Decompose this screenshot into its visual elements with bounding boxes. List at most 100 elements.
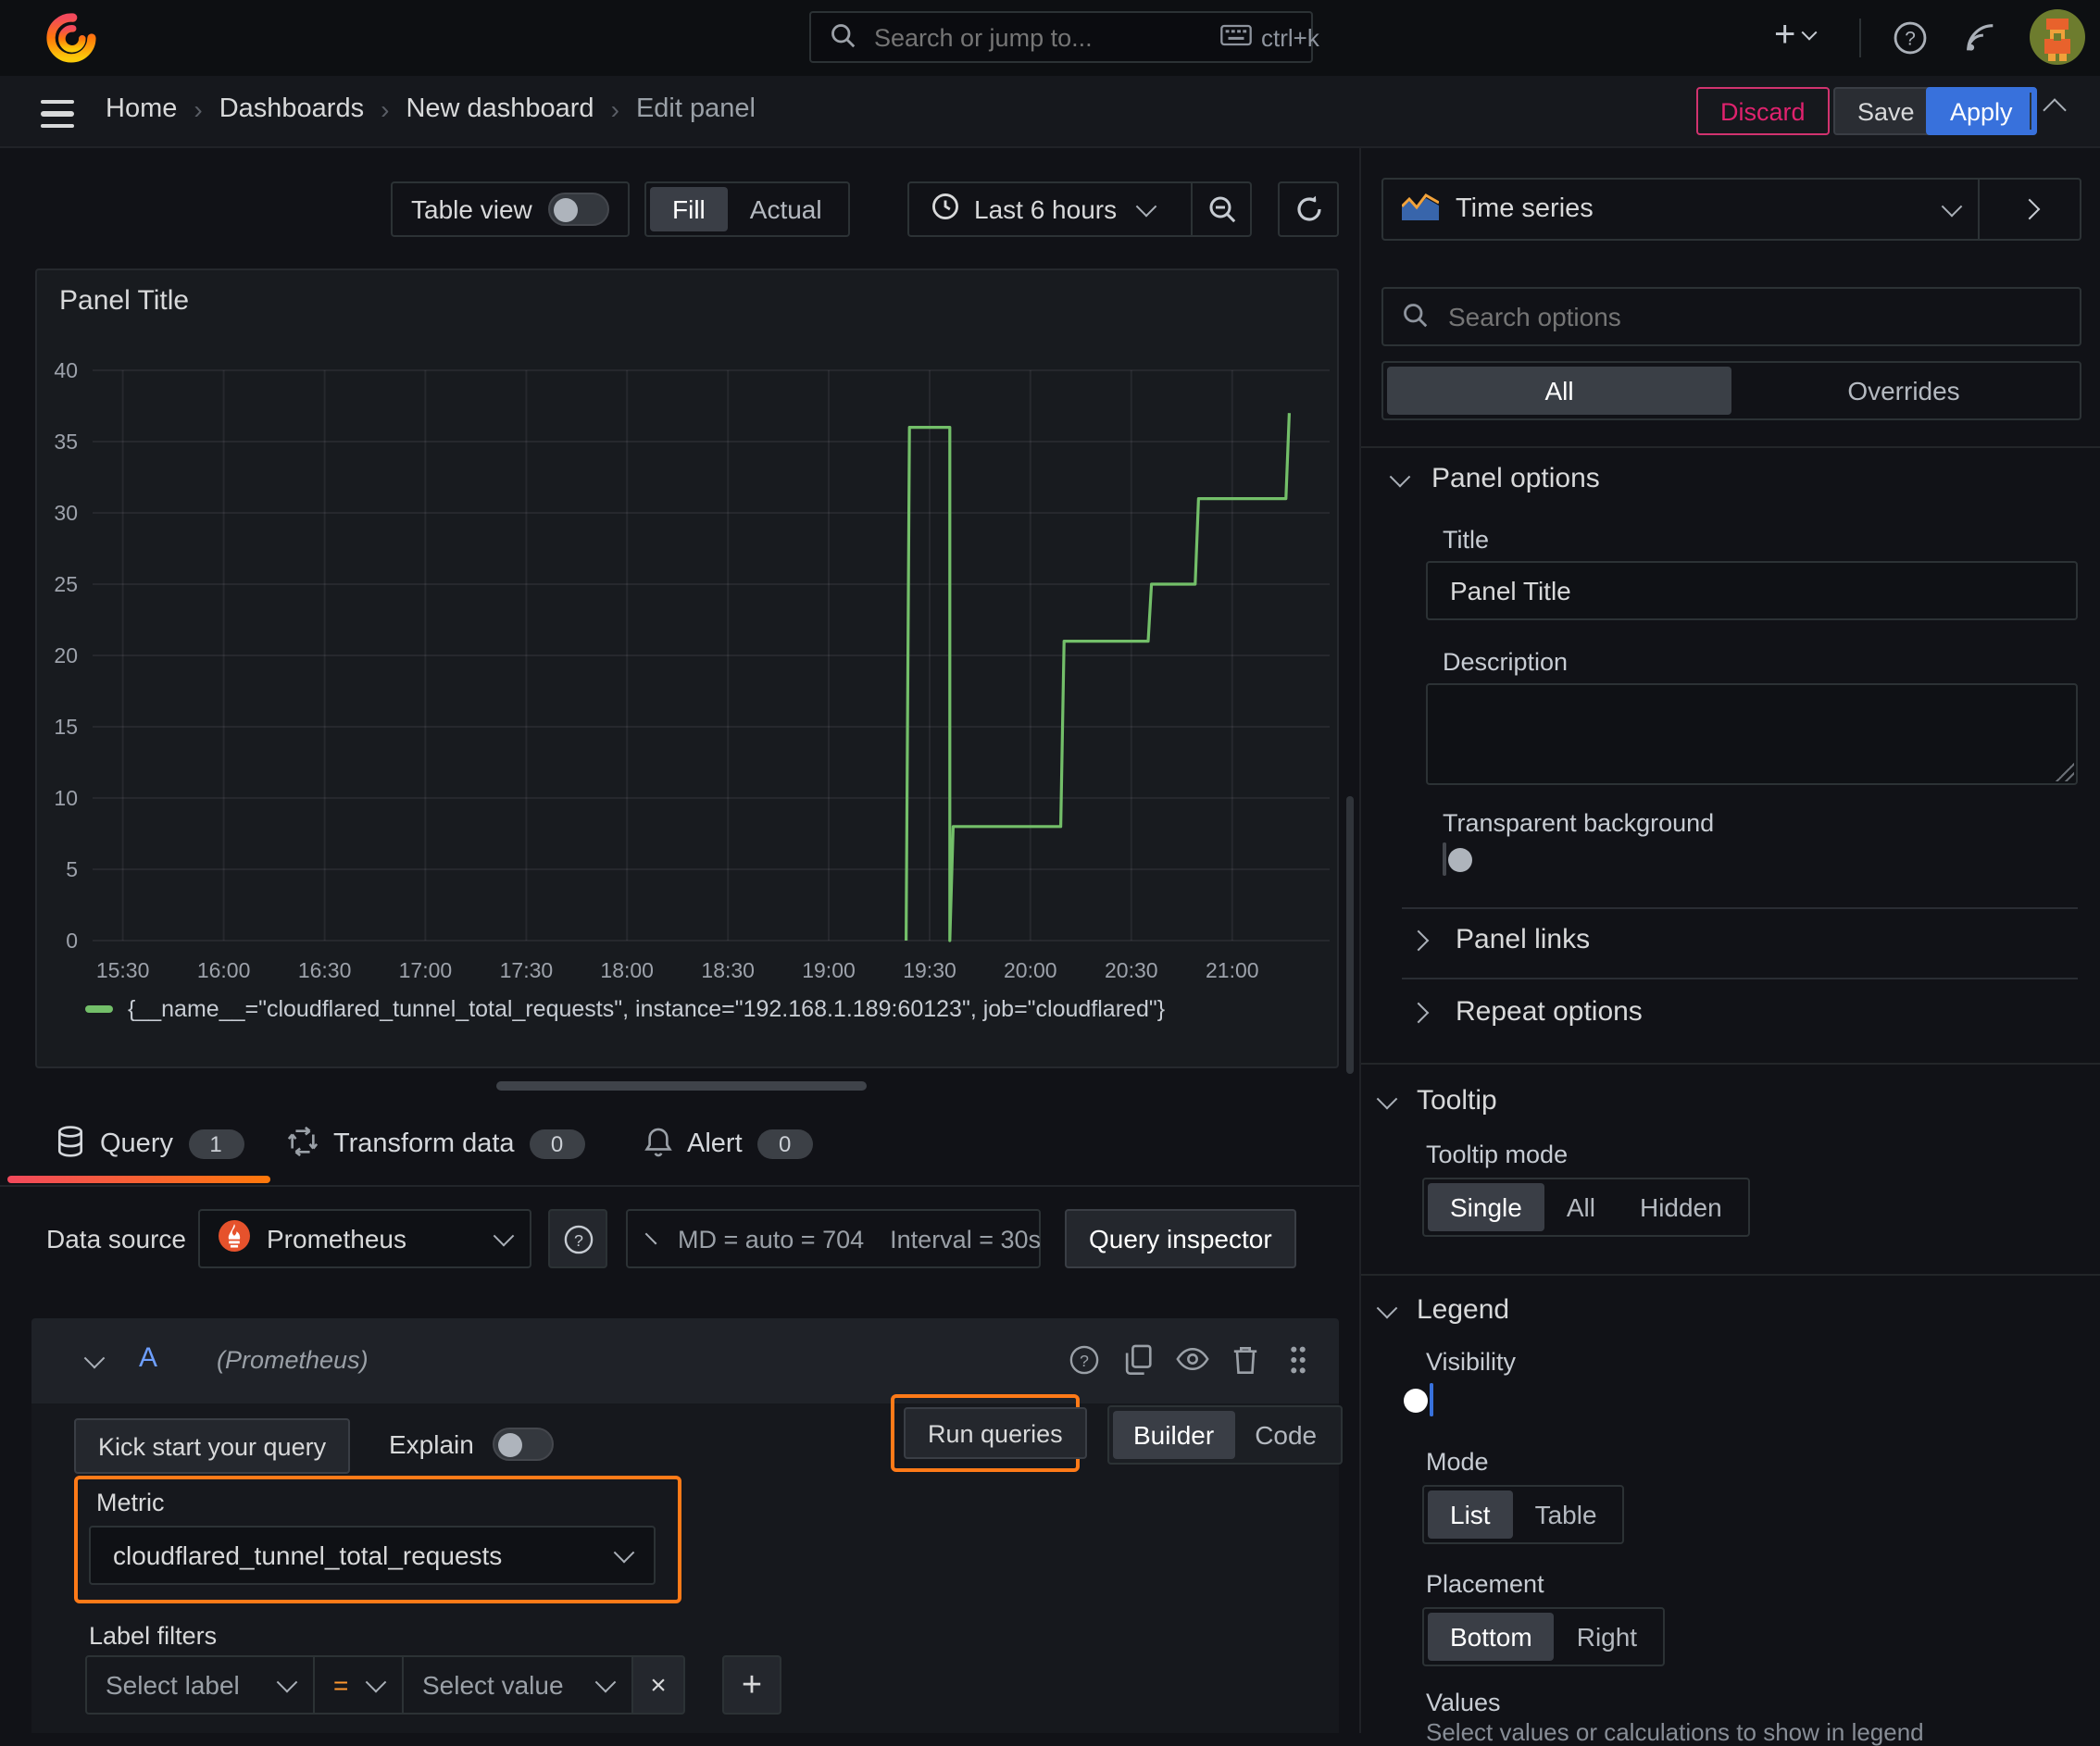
hide-query-icon[interactable]	[1176, 1346, 1209, 1372]
tooltip-section-header[interactable]: Tooltip	[1376, 1085, 1497, 1116]
run-queries-button[interactable]: Run queries	[904, 1407, 1087, 1459]
panel-links-section[interactable]: Panel links	[1407, 924, 1590, 955]
prometheus-icon	[219, 1220, 250, 1257]
tab-transform-data[interactable]: Transform data 0	[287, 1126, 585, 1163]
svg-text:0: 0	[66, 929, 78, 953]
add-filter-button[interactable]: +	[722, 1655, 781, 1715]
tab-all-options[interactable]: All	[1387, 367, 1731, 415]
time-series-chart[interactable]: 0 5 10 15 20 25 30 35 40 15:30 16:00 16:30 17:00 17:3…	[48, 341, 1337, 1000]
breadcrumb-dashboards[interactable]: Dashboards	[219, 94, 364, 124]
code-option[interactable]: Code	[1234, 1411, 1337, 1459]
time-range-picker[interactable]: Last 6 hours	[909, 193, 1191, 226]
chevron-down-icon	[1135, 195, 1157, 218]
apply-button[interactable]: Apply	[1926, 87, 2037, 135]
panel-title-input[interactable]	[1426, 561, 2078, 620]
options-search-input[interactable]	[1444, 300, 2061, 333]
legend-section-header[interactable]: Legend	[1376, 1294, 1509, 1326]
datasource-help-button[interactable]: ?	[548, 1209, 607, 1268]
table-view-toggle[interactable]	[548, 193, 609, 226]
avatar[interactable]	[2030, 9, 2085, 70]
kick-start-query-button[interactable]: Kick start your query	[74, 1418, 351, 1474]
description-textarea[interactable]	[1426, 683, 2078, 785]
remove-filter-button[interactable]: ×	[633, 1655, 685, 1715]
chevron-right-icon	[1407, 929, 1430, 951]
repeat-options-section[interactable]: Repeat options	[1407, 996, 1643, 1028]
tooltip-single-option[interactable]: Single	[1428, 1183, 1544, 1231]
builder-option[interactable]: Builder	[1113, 1411, 1235, 1459]
save-button[interactable]: Save	[1833, 87, 1939, 135]
svg-text:?: ?	[573, 1230, 582, 1249]
tab-query[interactable]: Query 1	[56, 1126, 244, 1163]
tooltip-hidden-option[interactable]: Hidden	[1618, 1183, 1744, 1231]
operator-dropdown[interactable]: =	[315, 1655, 404, 1715]
tooltip-mode-label: Tooltip mode	[1426, 1141, 1569, 1168]
metric-value: cloudflared_tunnel_total_requests	[113, 1540, 503, 1570]
time-range-label: Last 6 hours	[974, 194, 1118, 224]
drag-handle-icon[interactable]	[1287, 1344, 1309, 1376]
legend-visibility-toggle[interactable]	[1404, 1383, 1433, 1416]
zoom-out-button[interactable]	[1193, 183, 1250, 235]
operator-value: =	[333, 1670, 349, 1700]
series-legend-label[interactable]: {__name__="cloudflared_tunnel_total_requ…	[128, 996, 1165, 1022]
query-options-summary[interactable]: MD = auto = 704 Interval = 30s	[626, 1209, 1041, 1268]
actual-option[interactable]: Actual	[728, 187, 844, 231]
delete-query-icon[interactable]	[1231, 1344, 1259, 1376]
plus-icon: +	[741, 1665, 763, 1704]
visualization-picker[interactable]: Time series	[1381, 178, 2081, 241]
search-icon	[830, 21, 856, 53]
horizontal-drag-handle[interactable]	[496, 1081, 867, 1091]
breadcrumb-home[interactable]: Home	[106, 94, 177, 124]
options-scope-tabs: All Overrides	[1381, 361, 2081, 420]
duplicate-query-icon[interactable]	[1124, 1344, 1154, 1376]
explain-toggle[interactable]	[492, 1428, 554, 1461]
transparent-bg-toggle[interactable]	[1443, 842, 1472, 876]
discard-button[interactable]: Discard	[1696, 87, 1830, 135]
legend-mode-list[interactable]: List	[1428, 1490, 1513, 1539]
fill-option[interactable]: Fill	[650, 187, 728, 231]
vertical-scrollbar[interactable]	[1346, 796, 1354, 1074]
explain-label: Explain	[389, 1429, 474, 1459]
breadcrumb-new-dashboard[interactable]: New dashboard	[406, 94, 594, 124]
builder-code-switch: Builder Code	[1107, 1405, 1344, 1465]
tab-alert[interactable]: Alert 0	[644, 1126, 813, 1163]
legend-placement-right[interactable]: Right	[1555, 1613, 1659, 1661]
panel-options-header[interactable]: Panel options	[1389, 463, 1600, 494]
tooltip-all-option[interactable]: All	[1544, 1183, 1618, 1231]
metric-select[interactable]: cloudflared_tunnel_total_requests	[89, 1526, 656, 1585]
new-menu-button[interactable]: +	[1774, 17, 1817, 54]
select-value-placeholder: Select value	[422, 1670, 564, 1700]
svg-text:17:30: 17:30	[500, 958, 554, 982]
toggle-options-pane-button[interactable]	[1980, 180, 2080, 239]
chevron-down-icon	[276, 1671, 298, 1693]
news-icon[interactable]	[1963, 20, 1998, 56]
query-inspector-button[interactable]: Query inspector	[1065, 1209, 1296, 1268]
chevron-down-icon	[365, 1671, 387, 1693]
search-shortcut-label: ctrl+k	[1261, 23, 1319, 51]
help-button[interactable]: ?	[1893, 20, 1928, 56]
panel-title[interactable]: Panel Title	[59, 285, 189, 317]
svg-text:20:00: 20:00	[1004, 958, 1057, 982]
active-tab-indicator	[7, 1176, 270, 1183]
datasource-picker[interactable]: Prometheus	[198, 1209, 531, 1268]
clock-icon	[931, 193, 959, 226]
query-row-header[interactable]: A (Prometheus) ?	[31, 1318, 1339, 1403]
menu-toggle-button[interactable]	[41, 100, 74, 129]
select-label-dropdown[interactable]: Select label	[85, 1655, 315, 1715]
chart-legend: {__name__="cloudflared_tunnel_total_requ…	[85, 996, 1165, 1022]
resize-grip-icon[interactable]	[2056, 763, 2074, 781]
tooltip-heading: Tooltip	[1417, 1085, 1497, 1116]
legend-mode-table[interactable]: Table	[1513, 1490, 1619, 1539]
refresh-button[interactable]	[1278, 181, 1339, 237]
tab-overrides[interactable]: Overrides	[1731, 367, 2076, 415]
legend-placement-bottom[interactable]: Bottom	[1428, 1613, 1555, 1661]
grafana-logo-icon[interactable]	[46, 13, 96, 69]
global-search[interactable]: ctrl+k	[809, 11, 1319, 63]
collapse-query-icon[interactable]	[83, 1347, 106, 1369]
options-search[interactable]	[1381, 287, 2081, 346]
query-ref-id[interactable]: A	[139, 1342, 157, 1374]
search-input[interactable]	[870, 21, 1206, 53]
select-value-dropdown[interactable]: Select value	[404, 1655, 633, 1715]
timeseries-chart-icon	[1400, 193, 1440, 226]
collapse-header-button[interactable]	[2043, 98, 2067, 122]
query-help-icon[interactable]: ?	[1069, 1344, 1100, 1376]
